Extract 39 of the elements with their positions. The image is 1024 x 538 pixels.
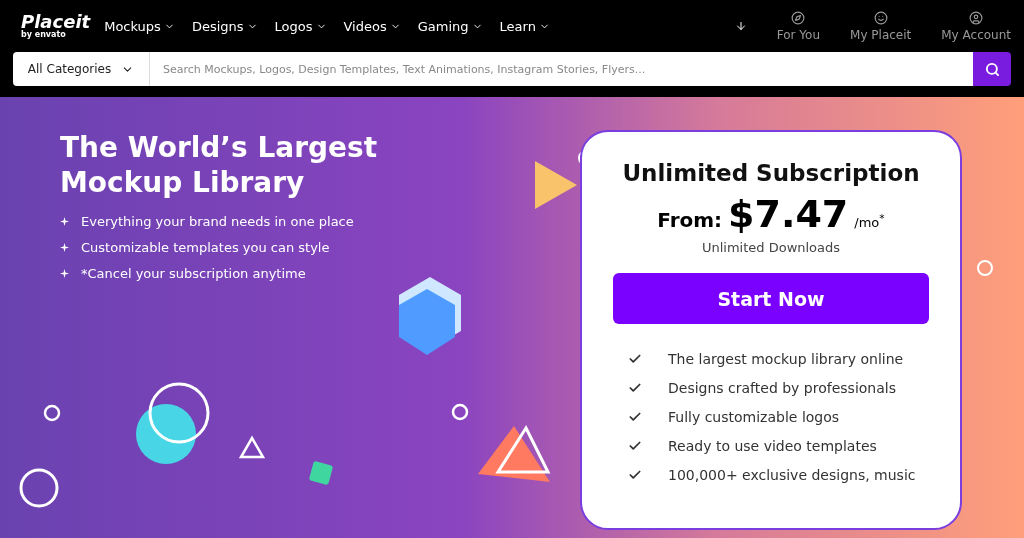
- hero-bullet-text: Customizable templates you can style: [81, 240, 330, 255]
- price-prefix: From:: [657, 208, 723, 232]
- price-amount: $7.47: [728, 192, 849, 236]
- logo-byline: by envato: [21, 31, 67, 39]
- feature-text: Ready to use video templates: [668, 437, 877, 454]
- sparkle-icon: [60, 269, 69, 278]
- feature-text: The largest mockup library online: [668, 350, 904, 367]
- nav-menu-item[interactable]: Mockups: [104, 18, 175, 34]
- account-link[interactable]: For You: [776, 10, 821, 42]
- start-now-button[interactable]: Start Now: [613, 273, 929, 324]
- search-button[interactable]: [973, 52, 1011, 86]
- triangle-shape: [533, 159, 579, 211]
- user-icon: [969, 10, 984, 25]
- price-unit: /mo$^{*}$: [854, 211, 885, 230]
- nav-menu-item[interactable]: Learn: [499, 18, 550, 34]
- feature-text: Designs crafted by professionals: [668, 379, 896, 396]
- logo-text[interactable]: Placeit: [21, 13, 91, 31]
- account-link[interactable]: My Account: [941, 10, 1011, 42]
- nav-menu-item[interactable]: Designs: [191, 18, 258, 34]
- nav-menu-item[interactable]: Videos: [343, 18, 401, 34]
- search-field[interactable]: Search Mockups, Logos, Design Templates, Text Animations, Instagram Stories, Flyers...: [150, 52, 973, 86]
- smiley-icon: [873, 10, 888, 25]
- hero-bullet-text: *Cancel your subscription anytime: [81, 266, 306, 281]
- feature-text: Fully customizable logos: [668, 408, 840, 425]
- down-arrow-icon[interactable]: [734, 20, 747, 32]
- card-subtitle: Unlimited Downloads: [701, 240, 841, 255]
- card-title: Unlimited Subscription: [622, 160, 920, 186]
- triangle-outline-shape: [238, 435, 266, 461]
- nav-menu-item[interactable]: Logos: [274, 18, 327, 34]
- sparkle-icon: [60, 243, 69, 252]
- compass-icon: [791, 10, 806, 25]
- feature-text: 100,000+ exclusive designs, music: [668, 466, 916, 483]
- hero-bullet-text: Everything your brand needs in one place: [81, 214, 354, 229]
- category-dropdown[interactable]: All Categories: [13, 52, 150, 86]
- search-icon: [984, 61, 1000, 77]
- nav-menu-item[interactable]: Gaming: [417, 18, 483, 34]
- hero-heading: The World’s Largest Mockup Library: [60, 130, 379, 200]
- sparkle-icon: [60, 217, 69, 226]
- account-link[interactable]: My Placeit: [850, 10, 912, 42]
